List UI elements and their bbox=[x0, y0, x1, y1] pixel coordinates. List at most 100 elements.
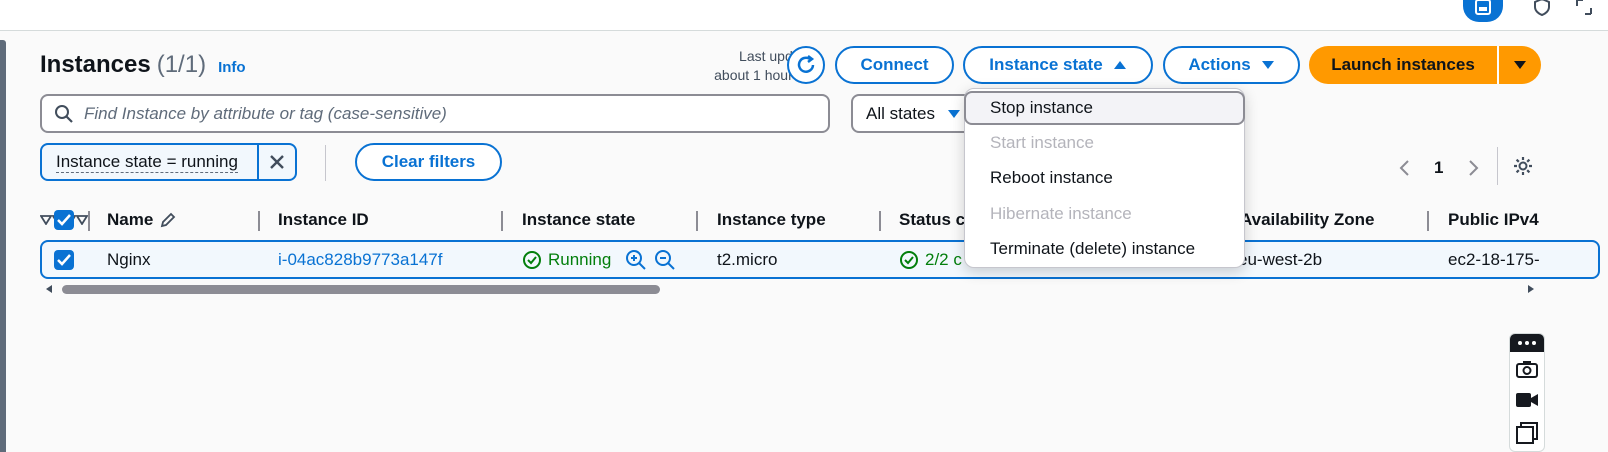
caret-up-icon bbox=[1113, 61, 1126, 69]
column-zone-label: Availability Zone bbox=[1240, 210, 1375, 229]
column-header-public-ipv4[interactable]: Public IPv4 bbox=[1448, 201, 1539, 239]
browser-toolbar bbox=[0, 0, 1608, 31]
shield-icon bbox=[1534, 0, 1550, 16]
clear-filters-button[interactable]: Clear filters bbox=[355, 143, 502, 181]
menu-item-hibernate-instance: Hibernate instance bbox=[990, 204, 1132, 223]
column-divider bbox=[88, 211, 90, 231]
caret-down-icon bbox=[1261, 61, 1274, 69]
checkmark-icon bbox=[57, 214, 71, 226]
caret-down-icon bbox=[947, 109, 960, 118]
page-title-text: Instances bbox=[40, 51, 151, 78]
page-title: Instances (1/1) Info bbox=[40, 51, 246, 79]
column-header-instance-state[interactable]: Instance state bbox=[522, 201, 635, 239]
actions-label: Actions bbox=[1188, 55, 1251, 74]
refresh-icon bbox=[797, 55, 815, 73]
instance-state-value: Running bbox=[548, 249, 612, 269]
more-icon[interactable] bbox=[1515, 340, 1539, 346]
column-status-label: Status c bbox=[899, 210, 966, 229]
crop-icon bbox=[1576, 0, 1592, 15]
info-link[interactable]: Info bbox=[218, 59, 246, 76]
widget-header bbox=[1510, 334, 1544, 352]
pagination: 1 bbox=[1398, 155, 1488, 181]
edit-icon bbox=[161, 212, 176, 228]
launch-options-button[interactable] bbox=[1497, 46, 1541, 84]
window-icon bbox=[1475, 0, 1491, 15]
launch-instances-group: Launch instances bbox=[1309, 46, 1541, 84]
column-header-status-check[interactable]: Status c bbox=[899, 201, 965, 239]
cell-instance-type: t2.micro bbox=[717, 249, 778, 269]
scrollbar-thumb[interactable] bbox=[62, 285, 660, 294]
instances-panel: Instances (1/1) Info Last updated about … bbox=[24, 31, 1608, 452]
window-capture-icon[interactable] bbox=[1516, 422, 1538, 444]
instance-state-button[interactable]: Instance state bbox=[963, 46, 1153, 84]
state-filter-select[interactable]: All states bbox=[851, 94, 981, 133]
zoom-out-icon[interactable] bbox=[654, 249, 676, 271]
column-header-availability-zone[interactable]: Availability Zone bbox=[1240, 201, 1374, 239]
column-instance-type-label: Instance type bbox=[717, 210, 826, 229]
success-check-icon bbox=[523, 250, 541, 269]
column-header-instance-id[interactable]: Instance ID bbox=[278, 201, 369, 239]
chevron-left-icon[interactable] bbox=[1398, 159, 1410, 177]
column-divider bbox=[1427, 211, 1429, 231]
camera-icon[interactable] bbox=[1516, 360, 1538, 378]
instance-id-link[interactable]: i-04ac828b9773a147f bbox=[278, 242, 442, 277]
screenshot-tool-button[interactable] bbox=[1567, 0, 1601, 22]
scroll-left-icon[interactable] bbox=[44, 284, 54, 294]
menu-item-stop-instance[interactable]: Stop instance bbox=[964, 91, 1245, 125]
refresh-button[interactable] bbox=[787, 46, 825, 84]
connect-button[interactable]: Connect bbox=[835, 46, 954, 84]
menu-item-start-instance: Start instance bbox=[990, 133, 1094, 152]
search-bar[interactable] bbox=[40, 94, 830, 133]
zoom-in-icon[interactable] bbox=[625, 249, 647, 271]
instance-state-label: Instance state bbox=[989, 55, 1103, 74]
cell-name: Nginx bbox=[107, 249, 151, 269]
column-name-label: Name bbox=[107, 210, 154, 229]
scroll-right-icon[interactable] bbox=[1526, 284, 1536, 294]
filter-token-text[interactable]: Instance state = running bbox=[42, 145, 257, 179]
status-check-value: 2/2 c bbox=[925, 249, 962, 269]
select-all-checkbox[interactable] bbox=[54, 201, 74, 239]
search-icon bbox=[55, 104, 73, 123]
column-header-instance-type[interactable]: Instance type bbox=[717, 201, 826, 239]
cell-availability-zone: eu-west-2b bbox=[1238, 249, 1323, 269]
remove-filter-button[interactable] bbox=[257, 145, 295, 179]
actions-button[interactable]: Actions bbox=[1163, 46, 1300, 84]
preferences-button[interactable] bbox=[1512, 155, 1534, 182]
close-icon bbox=[270, 155, 284, 169]
table-header: Name Instance ID Instance state Instance… bbox=[40, 201, 1600, 239]
instance-state-menu: Stop instance Start instance Reboot inst… bbox=[964, 88, 1245, 268]
capture-tool-widget bbox=[1509, 333, 1545, 452]
chevron-right-icon[interactable] bbox=[1468, 159, 1480, 177]
row-checkbox[interactable] bbox=[54, 242, 74, 277]
column-public-ipv4-label: Public IPv4 bbox=[1448, 210, 1539, 229]
current-page[interactable]: 1 bbox=[1434, 158, 1443, 178]
connect-label: Connect bbox=[860, 55, 929, 74]
extension-shield-button[interactable] bbox=[1525, 0, 1559, 22]
side-navigation-edge bbox=[0, 40, 6, 452]
sort-icon[interactable] bbox=[40, 215, 52, 225]
column-divider bbox=[258, 211, 260, 231]
state-filter-value: All states bbox=[866, 103, 935, 123]
video-icon[interactable] bbox=[1515, 392, 1539, 408]
search-input[interactable] bbox=[84, 103, 804, 124]
table-row[interactable]: Nginx i-04ac828b9773a147f Running t2.mic… bbox=[40, 240, 1600, 279]
cell-instance-state: Running bbox=[522, 242, 611, 277]
checkbox-box bbox=[54, 249, 74, 270]
sort-icon[interactable] bbox=[76, 215, 88, 225]
column-divider bbox=[879, 211, 881, 231]
horizontal-scrollbar[interactable] bbox=[40, 283, 1540, 295]
column-divider bbox=[696, 211, 698, 231]
extension-button[interactable] bbox=[1463, 0, 1503, 22]
menu-item-terminate-instance[interactable]: Terminate (delete) instance bbox=[965, 232, 1244, 266]
checkmark-icon bbox=[57, 253, 71, 266]
filter-token: Instance state = running bbox=[40, 143, 297, 181]
filter-divider bbox=[325, 145, 326, 181]
column-header-name[interactable]: Name bbox=[107, 201, 177, 239]
column-instance-state-label: Instance state bbox=[522, 210, 636, 229]
clear-filters-label: Clear filters bbox=[381, 152, 476, 171]
cell-public-ipv4: ec2-18-175- bbox=[1448, 249, 1540, 269]
column-instance-id-label: Instance ID bbox=[278, 210, 369, 229]
menu-item-reboot-instance[interactable]: Reboot instance bbox=[965, 161, 1244, 195]
cell-status-check: 2/2 c bbox=[899, 242, 962, 277]
launch-instances-button[interactable]: Launch instances bbox=[1309, 46, 1497, 84]
